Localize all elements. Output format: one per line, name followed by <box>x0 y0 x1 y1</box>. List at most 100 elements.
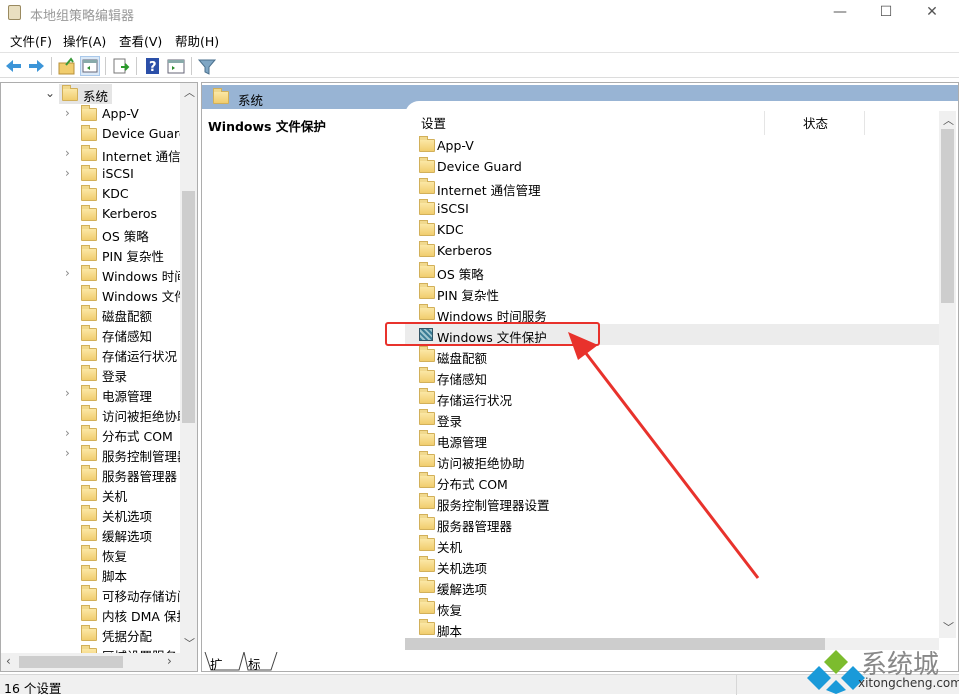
list-item[interactable]: 分布式 COM <box>405 471 939 492</box>
list-item[interactable]: 关机 <box>405 534 939 555</box>
list-item[interactable]: 恢复 <box>405 597 939 618</box>
tree-item[interactable]: › 电源管理 <box>1 384 181 404</box>
tree-horizontal-scrollbar[interactable]: ‹ › <box>1 653 197 671</box>
tree-item[interactable]: › Internet 通信管理 <box>1 144 181 164</box>
menu-action[interactable]: 操作(A) <box>63 31 106 50</box>
scroll-up-icon[interactable]: ︿ <box>184 84 195 100</box>
list-item[interactable]: 访问被拒绝协助 <box>405 450 939 471</box>
chevron-down-icon[interactable]: ⌄ <box>45 86 55 100</box>
list-item[interactable]: KDC <box>405 219 939 240</box>
chevron-right-icon[interactable]: › <box>65 446 70 460</box>
tree-item[interactable]: › Windows 时间服务 <box>1 264 181 284</box>
properties-icon[interactable] <box>166 56 186 76</box>
tree-item[interactable]: KDC <box>1 184 181 204</box>
tree-item[interactable]: › iSCSI <box>1 164 181 184</box>
scroll-thumb[interactable] <box>182 191 195 423</box>
scroll-down-icon[interactable]: ﹀ <box>943 619 954 635</box>
list-item[interactable]: 磁盘配额 <box>405 345 939 366</box>
chevron-right-icon[interactable]: › <box>65 146 70 160</box>
list-vertical-scrollbar[interactable]: ︿ ﹀ <box>939 111 956 638</box>
scroll-thumb[interactable] <box>19 656 123 668</box>
menu-bar: 文件(F) 操作(A) 查看(V) 帮助(H) <box>0 28 959 50</box>
tree-item[interactable]: Kerberos <box>1 204 181 224</box>
tree-item[interactable]: Windows 文件保护 <box>1 284 181 304</box>
scroll-thumb[interactable] <box>941 129 954 303</box>
chevron-right-icon[interactable]: › <box>65 426 70 440</box>
tree-item[interactable]: OS 策略 <box>1 224 181 244</box>
list-item[interactable]: Kerberos <box>405 240 939 261</box>
list-item[interactable]: PIN 复杂性 <box>405 282 939 303</box>
forward-icon[interactable] <box>26 56 46 76</box>
chevron-right-icon[interactable]: › <box>65 106 70 120</box>
back-icon[interactable] <box>4 56 24 76</box>
tree-item[interactable]: 关机 <box>1 484 181 504</box>
list-item[interactable]: iSCSI <box>405 198 939 219</box>
maximize-button[interactable]: ☐ <box>863 0 909 26</box>
list-item-label: 存储感知 <box>437 372 488 387</box>
tree-item[interactable]: 服务器管理器 <box>1 464 181 484</box>
tree-item-label: 可移动存储访问 <box>102 589 181 604</box>
export-list-icon[interactable] <box>111 56 131 76</box>
menu-file[interactable]: 文件(F) <box>10 31 52 50</box>
menu-view[interactable]: 查看(V) <box>119 31 162 50</box>
folder-icon <box>81 345 97 361</box>
chevron-right-icon[interactable]: › <box>65 386 70 400</box>
chevron-right-icon[interactable]: › <box>65 266 70 280</box>
scroll-thumb[interactable] <box>405 638 825 650</box>
list-item[interactable]: Internet 通信管理 <box>405 177 939 198</box>
tree-root[interactable]: ⌄ 系统 <box>1 84 181 104</box>
tree-item[interactable]: › App-V <box>1 104 181 124</box>
scroll-right-icon[interactable]: › <box>167 654 172 668</box>
tree-item[interactable]: 缓解选项 <box>1 524 181 544</box>
tree-item[interactable]: 内核 DMA 保护 <box>1 604 181 624</box>
tree-item[interactable]: 登录 <box>1 364 181 384</box>
list-item[interactable]: OS 策略 <box>405 261 939 282</box>
list-item[interactable]: 服务控制管理器设置 <box>405 492 939 513</box>
tree-item[interactable]: 凭据分配 <box>1 624 181 644</box>
chevron-right-icon[interactable]: › <box>65 166 70 180</box>
tree-item[interactable]: › 服务控制管理器设置 <box>1 444 181 464</box>
folder-icon <box>419 388 435 404</box>
window-title: 本地组策略编辑器 <box>30 9 135 24</box>
column-header-setting[interactable]: 设置 <box>421 113 446 132</box>
folder-icon <box>419 178 435 194</box>
description-title: Windows 文件保护 <box>208 119 326 134</box>
tree-item[interactable]: 可移动存储访问 <box>1 584 181 604</box>
tree-item[interactable]: 恢复 <box>1 544 181 564</box>
list-item[interactable]: 电源管理 <box>405 429 939 450</box>
folder-icon <box>213 88 229 104</box>
scroll-up-icon[interactable]: ︿ <box>943 112 954 128</box>
list-item[interactable]: Device Guard <box>405 156 939 177</box>
list-item[interactable]: 服务器管理器 <box>405 513 939 534</box>
tree-item[interactable]: PIN 复杂性 <box>1 244 181 264</box>
close-button[interactable]: ✕ <box>909 0 955 26</box>
menu-help[interactable]: 帮助(H) <box>175 31 219 50</box>
filter-icon[interactable] <box>197 56 217 76</box>
list-item[interactable]: Windows 时间服务 <box>405 303 939 324</box>
tree-item[interactable]: 存储感知 <box>1 324 181 344</box>
list-item[interactable]: 缓解选项 <box>405 576 939 597</box>
tree-item[interactable]: 脚本 <box>1 564 181 584</box>
up-folder-icon[interactable] <box>57 56 77 76</box>
tree-item[interactable]: 关机选项 <box>1 504 181 524</box>
column-header-state[interactable]: 状态 <box>803 113 828 132</box>
list-item[interactable]: App-V <box>405 135 939 156</box>
tree-item[interactable]: 访问被拒绝协助 <box>1 404 181 424</box>
scroll-left-icon[interactable]: ‹ <box>6 654 11 668</box>
tree-item[interactable]: 存储运行状况 <box>1 344 181 364</box>
tree-item[interactable]: › 分布式 COM <box>1 424 181 444</box>
folder-icon <box>81 525 97 541</box>
tree-item[interactable]: Device Guard <box>1 124 181 144</box>
list-item[interactable]: 登录 <box>405 408 939 429</box>
show-hide-tree-icon[interactable] <box>80 56 100 76</box>
scroll-down-icon[interactable]: ﹀ <box>184 635 195 651</box>
list-item[interactable]: 关机选项 <box>405 555 939 576</box>
list-item[interactable]: 存储运行状况 <box>405 387 939 408</box>
minimize-button[interactable]: — <box>817 0 863 26</box>
tree-vertical-scrollbar[interactable]: ︿ ﹀ <box>180 83 197 653</box>
list-item[interactable]: 存储感知 <box>405 366 939 387</box>
list-item[interactable]: 脚本 <box>405 618 939 639</box>
help-icon[interactable]: ? <box>143 56 163 76</box>
folder-icon <box>419 367 435 383</box>
tree-item[interactable]: 磁盘配额 <box>1 304 181 324</box>
